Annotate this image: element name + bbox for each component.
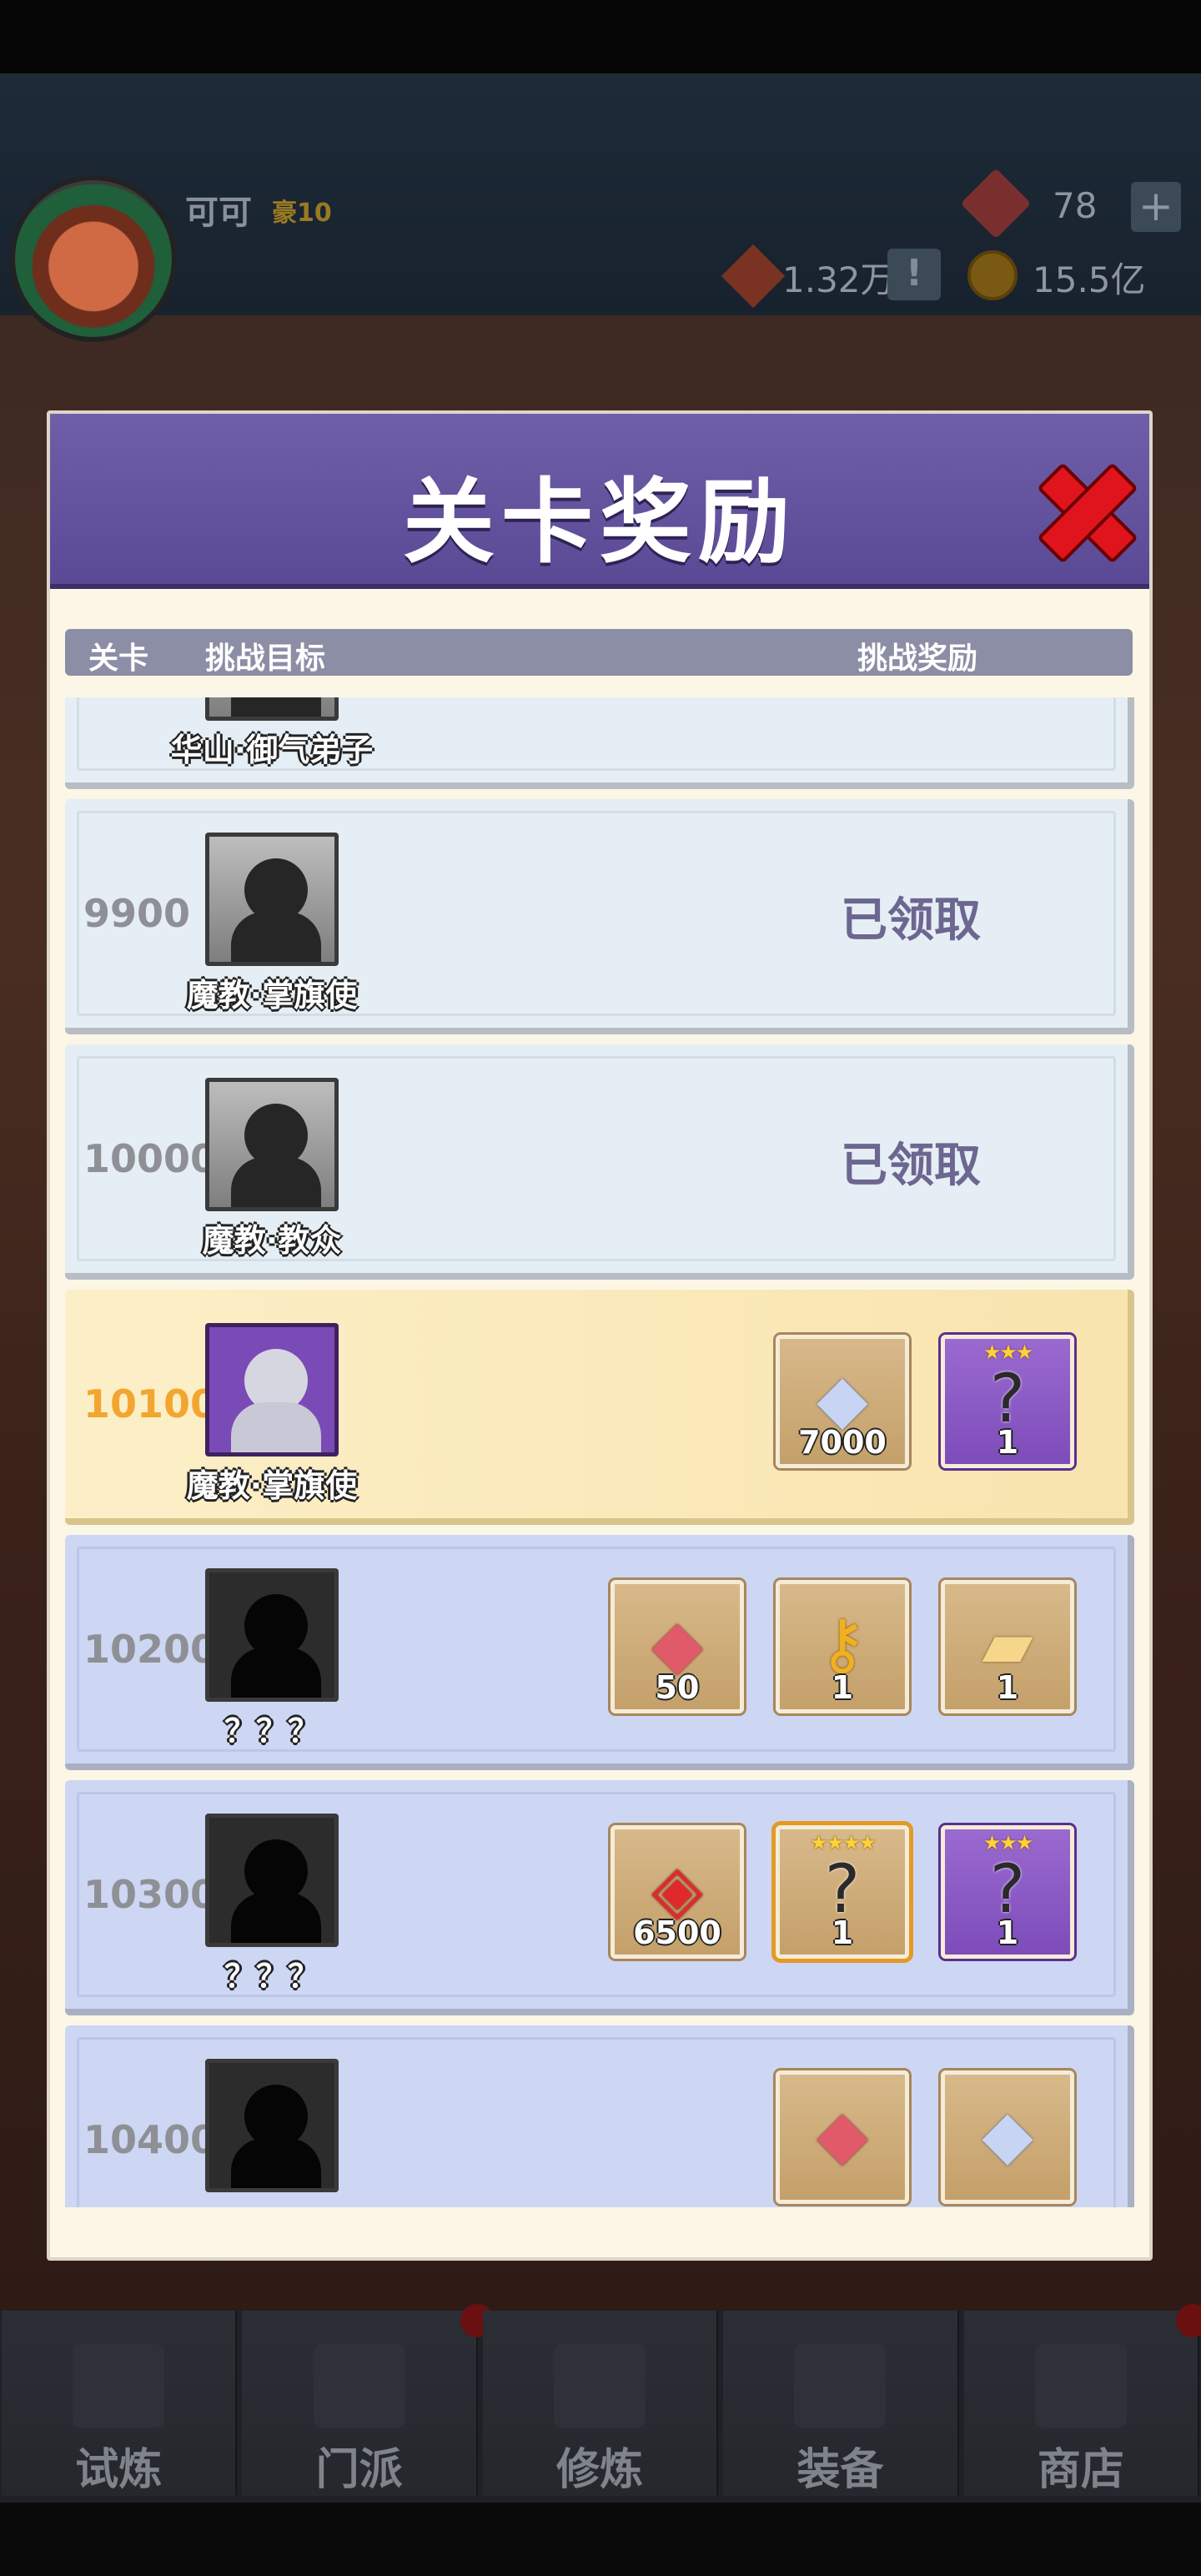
- nav-tab-trial[interactable]: 试炼: [2, 2311, 238, 2496]
- nav-tab-sect[interactable]: 门派: [242, 2304, 495, 2496]
- stage-number: 10300: [83, 1872, 218, 1917]
- column-target: 挑战目标: [205, 641, 326, 676]
- nav-tab-label: 装备: [796, 2445, 884, 2495]
- reward-qty: 1: [996, 1914, 1019, 1951]
- enemy-name: 魔教·教众: [202, 1222, 342, 1259]
- enemy-name: ？？？: [224, 1958, 319, 1995]
- reward-qty: 6500: [633, 1914, 721, 1951]
- reward-item[interactable]: ◆ 50: [611, 1580, 744, 1713]
- enemy-portrait: [205, 697, 339, 721]
- honor-alert-button[interactable]: !: [887, 249, 941, 300]
- enemy-portrait: [205, 833, 339, 966]
- status-bar: [0, 0, 1201, 73]
- reward-qty: 1: [996, 1424, 1019, 1461]
- nav-tab-shop[interactable]: 商店: [963, 2304, 1201, 2496]
- nav-tab-label: 商店: [1037, 2445, 1124, 2495]
- stage-number: 10000: [83, 1136, 218, 1181]
- column-header: 关卡 挑战目标 挑战奖励: [65, 629, 1133, 676]
- reward-row: 10400 ◆ ◆: [65, 2025, 1134, 2207]
- reward-row: 9900 魔教·掌旗使 已领取: [65, 799, 1134, 1034]
- claimed-label: 已领取: [841, 697, 981, 705]
- enemy-silhouette: [205, 1568, 339, 1702]
- enemy-name: 华山·御气弟子: [170, 732, 374, 768]
- stage-number: 10100: [83, 1381, 218, 1426]
- reward-row: 10300 ？？？ ◈ 6500 ★★★★ ? 1 ★★★ ? 1: [65, 1780, 1134, 2015]
- reward-row: 9800 华山·御气弟子 已领取: [65, 697, 1134, 789]
- enemy-name: ？？？: [224, 1713, 319, 1749]
- coin-count: 15.5亿: [1033, 259, 1146, 300]
- reward-item[interactable]: ★★★ ? 1: [941, 1335, 1074, 1468]
- temple-icon: [313, 2344, 405, 2428]
- reward-row: 10000 魔教·教众 已领取: [65, 1044, 1134, 1280]
- reward-item[interactable]: ▰ 1: [941, 1580, 1074, 1713]
- honor-count: 1.32万: [782, 259, 896, 300]
- dialog-header: 关卡奖励: [50, 414, 1149, 589]
- notification-dot: [1175, 2304, 1201, 2337]
- stage-number: 9900: [83, 891, 191, 936]
- close-button[interactable]: [1034, 460, 1134, 560]
- ruby-icon: ◆: [817, 2096, 868, 2173]
- system-nav-bar: [0, 2503, 1201, 2576]
- reward-list[interactable]: 9800 华山·御气弟子 已领取 9900 魔教·掌旗使 已领取 10000 魔…: [65, 697, 1141, 2207]
- stage-rewards-dialog: 关卡奖励 关卡 挑战目标 挑战奖励 9800 华山·御气弟子 已领取 9900 …: [47, 410, 1153, 2261]
- reward-item[interactable]: ◆: [941, 2070, 1074, 2204]
- nav-tab-label: 修炼: [556, 2445, 644, 2495]
- reward-qty: 1: [831, 1914, 854, 1951]
- enemy-portrait: [205, 1323, 339, 1457]
- crystal-icon: ◆: [982, 2096, 1033, 2173]
- enemy-silhouette: [205, 1814, 339, 1947]
- claimed-label: 已领取: [841, 1139, 981, 1193]
- nav-tab-label: 门派: [315, 2445, 403, 2495]
- enemy-name: 魔教·掌旗使: [186, 977, 358, 1014]
- reward-qty: 7000: [798, 1424, 887, 1461]
- reward-item[interactable]: ◆: [776, 2070, 909, 2204]
- reward-qty: 1: [831, 1669, 854, 1706]
- sword-icon: [794, 2344, 887, 2428]
- nav-tab-equipment[interactable]: 装备: [723, 2311, 959, 2496]
- dialog-title: 关卡奖励: [403, 469, 796, 576]
- column-stage: 关卡: [88, 641, 149, 676]
- reward-row-current[interactable]: 10100 魔教·掌旗使 ◆ 7000 ★★★ ? 1: [65, 1290, 1134, 1525]
- enemy-portrait: [205, 1078, 339, 1211]
- player-name: 可可: [185, 194, 252, 232]
- reward-qty: 1: [996, 1669, 1019, 1706]
- gem-count: 78: [1053, 185, 1098, 226]
- book-icon: [554, 2344, 646, 2428]
- reward-item[interactable]: ★★★★ ? 1: [776, 1825, 909, 1959]
- reward-item[interactable]: ⚷ 1: [776, 1580, 909, 1713]
- nav-tab-cultivate[interactable]: 修炼: [482, 2311, 719, 2496]
- enemy-name: 魔教·掌旗使: [186, 1467, 358, 1504]
- add-gems-button[interactable]: +: [1131, 182, 1181, 232]
- enemy-silhouette: [205, 2059, 339, 2192]
- shop-icon: [1034, 2344, 1127, 2428]
- reward-qty: 50: [655, 1669, 700, 1706]
- claimed-label: 已领取: [841, 893, 981, 948]
- coin-icon: [967, 250, 1018, 300]
- reward-item[interactable]: ◆ 7000: [776, 1335, 909, 1468]
- stage-number: 10400: [83, 2117, 218, 2162]
- nav-tab-label: 试炼: [75, 2445, 163, 2495]
- column-reward: 挑战奖励: [857, 641, 978, 676]
- reward-item[interactable]: ◈ 6500: [611, 1825, 744, 1959]
- ninja-icon: [73, 2344, 165, 2428]
- stage-number: 10200: [83, 1627, 218, 1672]
- reward-row: 10200 ？？？ ◆ 50 ⚷ 1 ▰ 1: [65, 1535, 1134, 1770]
- player-avatar[interactable]: [10, 175, 177, 342]
- vip-badge: 豪10: [272, 199, 332, 228]
- bottom-nav: 试炼 门派 修炼 装备 商店: [0, 2304, 1201, 2503]
- reward-item[interactable]: ★★★ ? 1: [941, 1825, 1074, 1959]
